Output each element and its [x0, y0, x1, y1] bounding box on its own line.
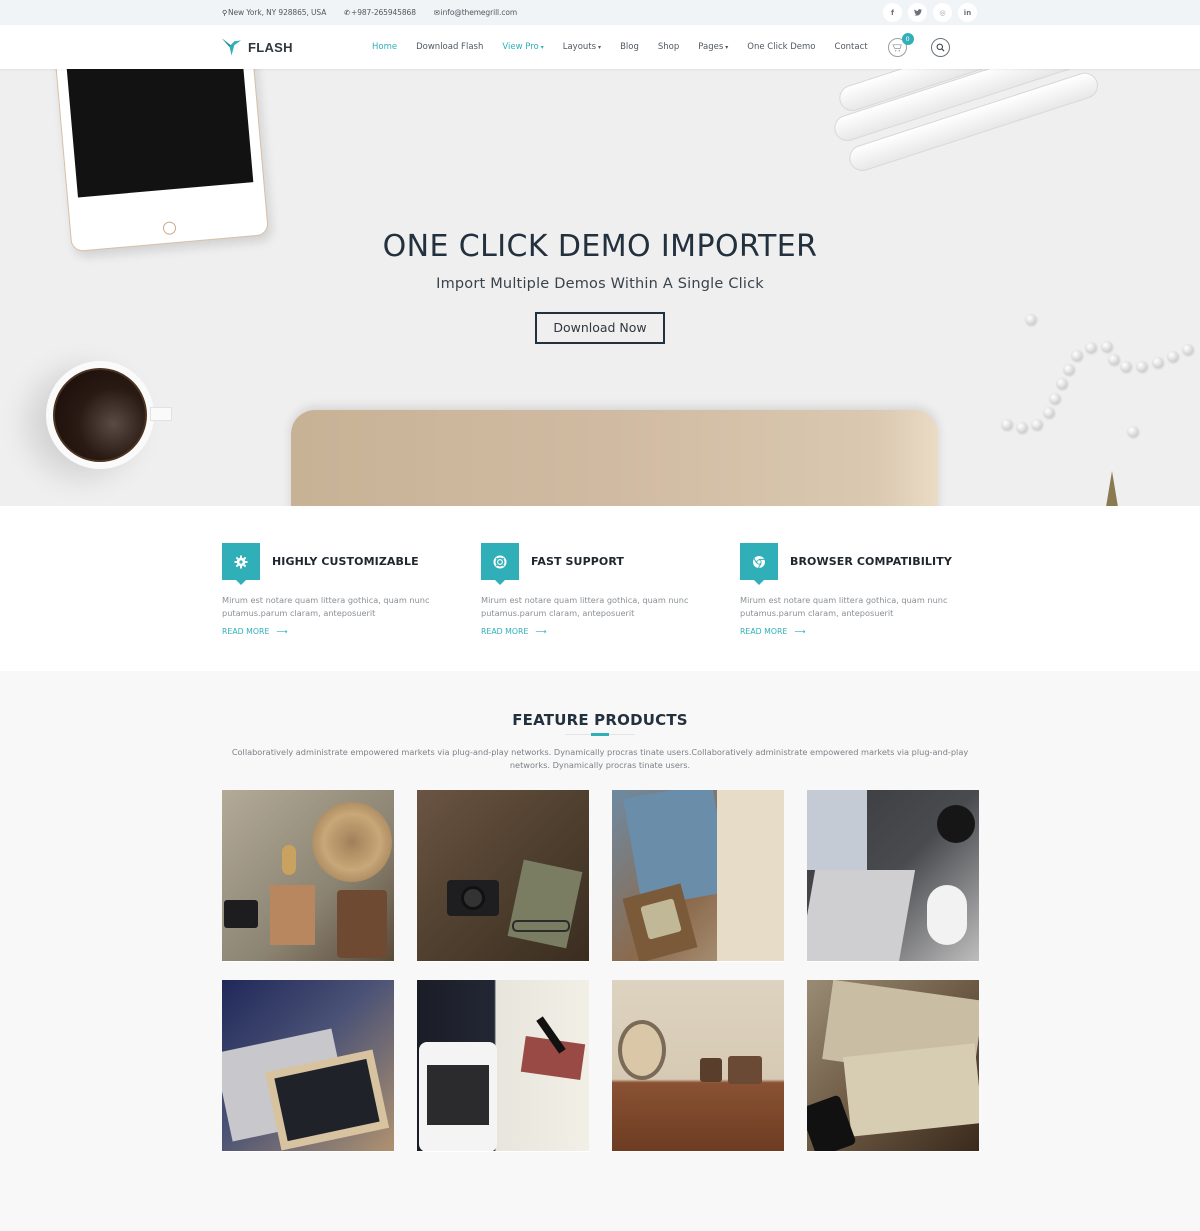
hero-content: ONE CLICK DEMO IMPORTER Import Multiple … [0, 229, 1200, 344]
feature-description: Mirum est notare quam littera gothica, q… [481, 595, 689, 618]
chrome-icon [753, 555, 765, 568]
title-divider-accent [591, 733, 609, 736]
arrow-right-icon: ⟶ [794, 627, 806, 636]
nav-contact[interactable]: Contact [835, 42, 868, 52]
nav-download-flash[interactable]: Download Flash [416, 42, 483, 52]
twitter-icon[interactable] [908, 3, 927, 22]
address: ⚲ New York, NY 928865, USA [222, 8, 326, 17]
contact-info: ⚲ New York, NY 928865, USA ✆ +987-265945… [222, 8, 517, 17]
nav-one-click-demo[interactable]: One Click Demo [747, 42, 815, 52]
hero-subtitle: Import Multiple Demos Within A Single Cl… [436, 276, 764, 292]
chevron-down-icon: ▾ [598, 43, 602, 51]
email-text: info@themegrill.com [440, 8, 518, 17]
cup-handle [150, 407, 172, 421]
linkedin-icon[interactable]: in [958, 3, 977, 22]
logo[interactable]: FLASH [222, 38, 372, 56]
feature-icon-box [481, 543, 519, 585]
feature-description: Mirum est notare quam littera gothica, q… [222, 595, 430, 618]
cart-count-badge: 0 [901, 32, 914, 45]
feature-title: FAST SUPPORT [531, 555, 625, 568]
instagram-icon[interactable]: ◎ [933, 3, 952, 22]
social-links: f ◎ in [883, 3, 977, 22]
section-title: FEATURE PRODUCTS [512, 711, 688, 729]
feature-fast-support: FAST SUPPORT Mirum est notare quam litte… [481, 543, 719, 636]
product-tile[interactable] [612, 980, 784, 1152]
feature-icon-box [222, 543, 260, 585]
product-tile[interactable] [222, 790, 394, 962]
header-actions: 0 [887, 32, 950, 57]
coffee [53, 368, 147, 462]
hero-eiffel-tower-image [1106, 471, 1118, 506]
nav-pages[interactable]: Pages ▾ [698, 42, 728, 52]
nav-label: Shop [657, 42, 680, 52]
main-nav: Home Download Flash View Pro ▾ Layouts ▾ B… [372, 42, 868, 52]
product-tile[interactable] [612, 790, 784, 962]
features-section: HIGHLY CUSTOMIZABLE Mirum est notare qua… [0, 506, 1200, 671]
product-tile[interactable] [417, 980, 589, 1152]
email[interactable]: ✉ info@themegrill.com [434, 8, 517, 17]
feature-browser-compatibility: BROWSER COMPATIBILITY Mirum est notare q… [740, 543, 978, 636]
nav-label: Pages [698, 42, 724, 52]
facebook-icon[interactable]: f [883, 3, 902, 22]
phone[interactable]: ✆ +987-265945868 [344, 8, 416, 17]
read-more-label: READ MORE [481, 627, 529, 636]
product-tile[interactable] [807, 790, 979, 962]
arrow-right-icon: ⟶ [276, 627, 288, 636]
nav-label: Contact [834, 42, 868, 52]
phone-text: +987-265945868 [351, 8, 416, 17]
read-more-link[interactable]: READ MORE ⟶ [481, 627, 719, 636]
read-more-label: READ MORE [222, 627, 270, 636]
search-icon [936, 43, 945, 51]
hero-title: ONE CLICK DEMO IMPORTER [382, 229, 818, 264]
read-more-label: READ MORE [740, 627, 788, 636]
hero-blueprints-image [830, 69, 1130, 179]
feature-products-section: FEATURE PRODUCTS Collaboratively adminis… [0, 671, 1200, 1231]
chevron-down-icon: ▾ [725, 43, 729, 51]
feature-title: BROWSER COMPATIBILITY [790, 555, 952, 568]
section-description: Collaboratively administrate empowered m… [231, 747, 969, 770]
nav-label: Download Flash [416, 42, 484, 52]
product-tile[interactable] [807, 980, 979, 1152]
gear-icon [234, 555, 248, 568]
nav-layouts[interactable]: Layouts ▾ [563, 42, 601, 52]
logo-text: FLASH [248, 39, 293, 55]
lifebuoy-icon [493, 555, 507, 568]
search-button[interactable] [930, 37, 950, 57]
hero-coffee-image [46, 361, 172, 469]
nav-blog[interactable]: Blog [620, 42, 639, 52]
nav-label: Layouts [562, 42, 597, 52]
arrow-right-icon: ⟶ [535, 627, 547, 636]
feature-title: HIGHLY CUSTOMIZABLE [272, 555, 419, 568]
hummingbird-logo-icon [222, 38, 241, 56]
cart-button[interactable]: 0 [887, 32, 914, 57]
address-text: New York, NY 928865, USA [228, 8, 327, 17]
feature-description: Mirum est notare quam littera gothica, q… [740, 595, 948, 618]
nav-home[interactable]: Home [372, 42, 397, 52]
product-tile[interactable] [222, 980, 394, 1152]
site-header: FLASH Home Download Flash View Pro ▾ Layo… [0, 25, 1200, 69]
nav-label: Blog [620, 42, 639, 52]
hero-laptop-image [291, 410, 938, 506]
nav-label: View Pro [502, 42, 539, 52]
nav-label: Home [372, 42, 398, 52]
feature-icon-box [740, 543, 778, 585]
product-tile[interactable] [417, 790, 589, 962]
tablet-screen [64, 69, 254, 198]
hero-tablet-image [53, 69, 269, 253]
nav-label: One Click Demo [747, 42, 816, 52]
product-grid [222, 790, 979, 1152]
chevron-down-icon: ▾ [540, 43, 544, 51]
read-more-link[interactable]: READ MORE ⟶ [222, 627, 460, 636]
feature-highly-customizable: HIGHLY CUSTOMIZABLE Mirum est notare qua… [222, 543, 460, 636]
shopping-cart-icon [891, 43, 902, 51]
read-more-link[interactable]: READ MORE ⟶ [740, 627, 978, 636]
top-bar: ⚲ New York, NY 928865, USA ✆ +987-265945… [0, 0, 1200, 25]
envelope-icon: ✉ [433, 8, 440, 17]
nav-view-pro[interactable]: View Pro ▾ [502, 42, 543, 52]
phone-icon: ✆ [344, 8, 351, 17]
nav-shop[interactable]: Shop [658, 42, 679, 52]
download-now-button[interactable]: Download Now [535, 312, 665, 344]
map-marker-icon: ⚲ [222, 8, 228, 17]
hero-slider: ONE CLICK DEMO IMPORTER Import Multiple … [0, 69, 1200, 506]
